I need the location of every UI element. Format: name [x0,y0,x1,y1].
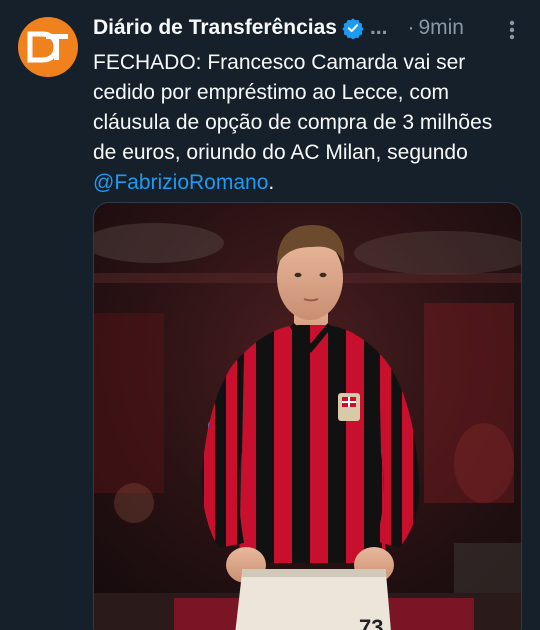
tweet-text-end: . [268,171,275,194]
tweet-card[interactable]: Diário de Transferências ... · 9min FECH… [0,0,540,630]
separator-dot: · [407,16,415,39]
tweet-timestamp[interactable]: 9min [418,16,464,40]
more-options-icon[interactable] [500,18,524,42]
verified-badge-icon [342,18,364,39]
dt-logo-icon [27,31,68,63]
tweet-header: Diário de Transferências ... · 9min [93,14,524,42]
mention-link[interactable]: @FabrizioRomano [93,171,268,194]
tweet-text: FECHADO: Francesco Camarda vai ser cedid… [93,48,513,198]
tweet-media-photo[interactable]: 73 [93,202,522,630]
author-handle[interactable]: ... [370,16,388,40]
tweet-content: Diário de Transferências ... · 9min FECH… [93,14,524,198]
author-avatar[interactable] [18,17,78,77]
author-display-name[interactable]: Diário de Transferências [93,16,337,40]
player-photo: 73 [94,203,521,630]
shirt-number: 73 [359,615,383,630]
tweet-text-body: FECHADO: Francesco Camarda vai ser cedid… [93,51,493,164]
